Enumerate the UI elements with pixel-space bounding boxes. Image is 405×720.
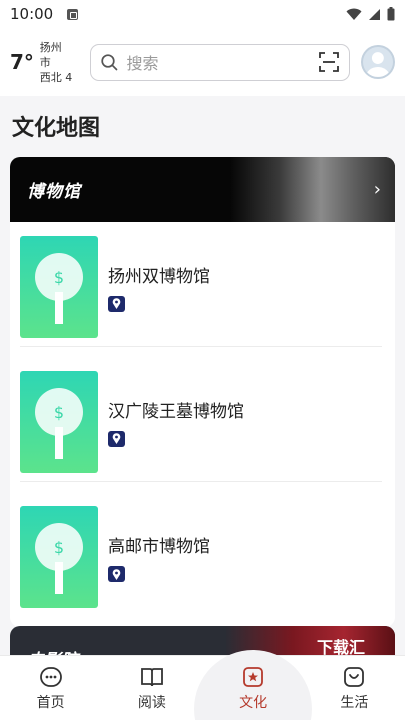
item-info: 高邮市博物馆: [108, 532, 210, 582]
museum-category-banner[interactable]: 博物馆 ›: [10, 157, 395, 222]
nav-label: 阅读: [137, 694, 166, 711]
wifi-icon: [346, 8, 362, 20]
list-item[interactable]: $ 高邮市博物馆: [20, 497, 382, 617]
money-tree-icon: $: [35, 387, 83, 459]
status-time: 10:00: [10, 5, 54, 23]
temperature: 7°: [10, 50, 34, 74]
search-placeholder: 搜索: [126, 54, 159, 73]
svg-text:$: $: [54, 538, 64, 557]
status-bar: 10:00: [0, 0, 405, 28]
money-tree-icon: $: [35, 523, 83, 594]
book-icon: [140, 667, 163, 686]
bottom-nav: 首页 阅读 文化 生活: [0, 655, 405, 720]
battery-icon: [387, 7, 395, 21]
city-label: 扬州市: [39, 40, 62, 69]
chevron-right-icon: ›: [373, 179, 381, 200]
weather-info: 扬州市 西北 4: [40, 40, 73, 85]
tree-thumbnail: $: [20, 370, 98, 473]
nav-home[interactable]: 首页: [0, 656, 101, 720]
location-pin-icon[interactable]: [108, 430, 125, 447]
museum-name: 汉广陵王墓博物馆: [108, 401, 244, 422]
location-pin-icon[interactable]: [108, 566, 125, 582]
list-item[interactable]: $ 扬州双博物馆: [20, 227, 382, 347]
location-pin-icon[interactable]: [108, 295, 125, 312]
nav-label: 生活: [340, 694, 369, 711]
signal-icon: [369, 8, 380, 20]
top-header: 7° 扬州市 西北 4 搜索: [0, 28, 405, 96]
search-icon: [101, 53, 118, 70]
nav-reading[interactable]: 阅读: [101, 656, 202, 720]
svg-text:$: $: [54, 268, 64, 287]
status-indicators: [346, 7, 395, 21]
nav-life[interactable]: 生活: [304, 656, 405, 720]
page-title: 文化地图: [12, 116, 101, 141]
nav-label: 首页: [36, 694, 65, 711]
scan-icon[interactable]: [319, 52, 340, 72]
museum-card: 博物馆 › $ 扬州双博物馆 $ 汉广陵王墓博物馆 $ 高邮市博物馆: [10, 157, 395, 627]
tree-thumbnail: $: [20, 506, 98, 608]
nav-culture[interactable]: 文化: [203, 656, 304, 720]
svg-text:$: $: [54, 403, 64, 422]
culture-icon: [243, 666, 264, 687]
item-info: 扬州双博物馆: [108, 262, 210, 312]
item-info: 汉广陵王墓博物馆: [108, 397, 244, 447]
wind-label: 西北 4: [39, 70, 73, 84]
tree-thumbnail: $: [20, 235, 98, 338]
museum-name: 扬州双博物馆: [108, 266, 210, 287]
nav-label: 文化: [239, 694, 268, 711]
user-avatar-icon: [366, 52, 391, 77]
list-item[interactable]: $ 汉广陵王墓博物馆: [20, 362, 382, 482]
life-icon: [344, 666, 365, 687]
statue-banner-image: [230, 157, 395, 222]
avatar[interactable]: [361, 45, 396, 79]
home-icon: [39, 666, 62, 687]
museum-category-title: 博物馆: [27, 182, 81, 202]
notification-icon: [67, 8, 79, 20]
search-input[interactable]: 搜索: [90, 43, 351, 81]
museum-name: 高邮市博物馆: [108, 537, 210, 557]
money-tree-icon: $: [35, 252, 83, 324]
